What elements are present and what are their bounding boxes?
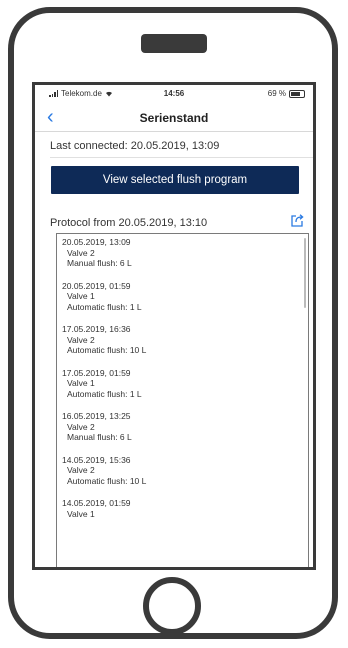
- share-icon[interactable]: [290, 213, 304, 227]
- log-entry-date: 20.05.2019, 01:59: [62, 280, 131, 291]
- log-entry-valve: Valve 2: [67, 421, 95, 432]
- log-entry: 17.05.2019, 16:36 Valve 2 Automatic flush:…: [62, 324, 308, 356]
- status-right: 69 %: [268, 89, 305, 98]
- log-entry-valve: Valve 2: [67, 334, 95, 345]
- status-bar: Telekom.de 14:56 69 %: [35, 85, 313, 103]
- battery-icon: [289, 89, 305, 98]
- log-entry: 20.05.2019, 13:09 Valve 2 Manual flush: 6 …: [62, 237, 308, 269]
- log-entry-date: 14.05.2019, 01:59: [62, 498, 131, 508]
- log-entry-flush: Manual flush: 6 L: [67, 258, 132, 268]
- log-entry-flush: Automatic flush: 1 L: [67, 388, 142, 399]
- log-entry-date: 20.05.2019, 13:09: [62, 237, 131, 247]
- log-entry-date: 17.05.2019, 16:36: [62, 324, 131, 334]
- page-title: Serienstand: [139, 111, 209, 125]
- last-connected-text: Last connected: 20.05.2019, 13:09: [50, 140, 220, 152]
- log-entry-flush: Automatic flush: 10 L: [67, 475, 147, 486]
- log-entry: 16.05.2019, 13:25 Valve 2 Manual flush: 6 …: [62, 411, 308, 443]
- view-flush-program-button[interactable]: View selected flush program: [51, 166, 299, 194]
- log-entry-valve: Valve 2: [67, 465, 95, 475]
- log-entry-valve: Valve 1: [67, 291, 95, 301]
- log-entry-date: 14.05.2019, 15:36: [62, 454, 131, 465]
- log-entry-date: 16.05.2019, 13:25: [62, 411, 131, 421]
- protocol-title: Protocol from 20.05.2019, 13:10: [50, 217, 208, 229]
- log-entry: 17.05.2019, 01:59 Valve 1 Automatic flush:…: [62, 368, 308, 400]
- navigation-bar: ‹ Serienstand: [35, 103, 313, 132]
- log-entry-date: 17.05.2019, 01:59: [62, 367, 131, 378]
- battery-percent: 69 %: [267, 89, 286, 98]
- log-entry-flush: Automatic flush: 1 L: [67, 301, 142, 312]
- log-entry-valve: Valve 2: [67, 247, 95, 258]
- home-button[interactable]: [143, 577, 201, 635]
- log-entry: 20.05.2019, 01:59 Valve 1 Automatic flush:…: [62, 281, 308, 313]
- scrollbar[interactable]: [304, 238, 306, 308]
- log-entry: 14.05.2019, 15:36 Valve 2 Automatic flush:…: [62, 455, 308, 487]
- divider: [50, 157, 313, 158]
- app-screen: Telekom.de 14:56 69 % ‹ Serienstand Last…: [32, 82, 316, 570]
- log-entry: 14.05.2019, 01:59 Valve 1: [62, 498, 308, 519]
- speaker-grille: [141, 34, 207, 53]
- log-entry-flush: Automatic flush: 10 L: [67, 345, 147, 355]
- log-entry-valve: Valve 1: [67, 508, 95, 519]
- log-entry-flush: Manual flush: 6 L: [67, 432, 132, 442]
- protocol-log[interactable]: 20.05.2019, 13:09 Valve 2 Manual flush: 6 …: [56, 233, 309, 567]
- log-entry-valve: Valve 1: [67, 378, 95, 388]
